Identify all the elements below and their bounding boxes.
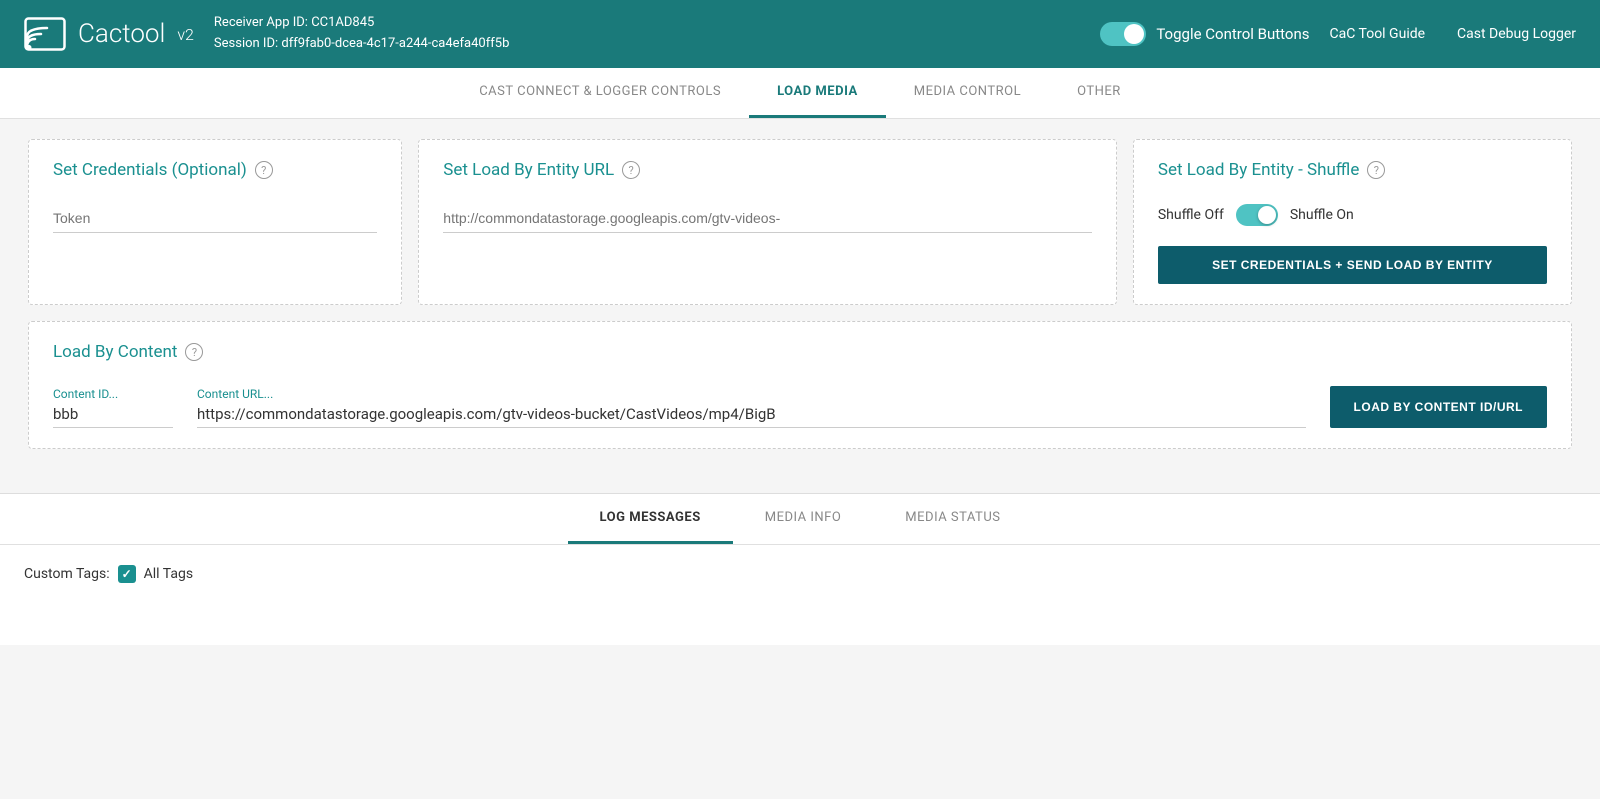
shuffle-toggle-row: Shuffle Off Shuffle On [1158,204,1547,226]
set-credentials-send-load-by-entity-button[interactable]: SET CREDENTIALS + SEND LOAD BY ENTITY [1158,246,1547,284]
tab-other[interactable]: OTHER [1049,68,1149,118]
all-tags-label: All Tags [144,566,193,582]
tab-media-info[interactable]: MEDIA INFO [733,494,874,544]
brand-name: Cactool [78,19,165,49]
toggle-control-buttons-switch[interactable] [1100,22,1146,46]
main-content: Set Credentials (Optional) ? Set Load By… [0,119,1600,485]
load-by-content-help-icon[interactable]: ? [185,343,203,361]
entity-url-input[interactable] [443,204,1092,233]
shuffle-card-title: Set Load By Entity - Shuffle ? [1158,160,1547,180]
brand: Cactool v2 [24,17,194,51]
entity-url-card: Set Load By Entity URL ? [418,139,1117,305]
shuffle-on-label: Shuffle On [1290,207,1354,223]
content-url-group: Content URL... https://commondatastorage… [197,387,1306,428]
load-by-content-id-url-button[interactable]: LOAD BY CONTENT ID/URL [1330,386,1547,428]
cast-logo-icon [24,17,66,51]
tab-media-control[interactable]: MEDIA CONTROL [886,68,1049,118]
bottom-tabs: LOG MESSAGES MEDIA INFO MEDIA STATUS [0,494,1600,545]
header: Cactool v2 Receiver App ID: CC1AD845 Ses… [0,0,1600,68]
token-input[interactable] [53,204,377,233]
custom-tags-row: Custom Tags: All Tags [24,565,1576,583]
content-url-label: Content URL... [197,387,1306,401]
load-by-content-title: Load By Content ? [53,342,1547,362]
shuffle-card: Set Load By Entity - Shuffle ? Shuffle O… [1133,139,1572,305]
log-messages-area: Custom Tags: All Tags [0,545,1600,645]
entity-url-card-title: Set Load By Entity URL ? [443,160,1092,180]
credentials-card-title: Set Credentials (Optional) ? [53,160,377,180]
custom-tags-label: Custom Tags: [24,566,110,582]
receiver-app-id: CC1AD845 [311,15,374,30]
credentials-help-icon[interactable]: ? [255,161,273,179]
shuffle-toggle-switch[interactable] [1236,204,1278,226]
session-id-label: Session ID: [214,36,278,51]
content-id-group: Content ID... bbb [53,387,173,428]
load-by-content-card: Load By Content ? Content ID... bbb Cont… [28,321,1572,449]
main-tabs: CAST CONNECT & LOGGER CONTROLS LOAD MEDI… [0,68,1600,119]
tab-cast-connect[interactable]: CAST CONNECT & LOGGER CONTROLS [451,68,749,118]
toggle-control-group: Toggle Control Buttons [1100,22,1309,46]
content-id-label: Content ID... [53,387,173,401]
tab-media-status[interactable]: MEDIA STATUS [873,494,1032,544]
session-id: dff9fab0-dcea-4c17-a244-ca4efa40ff5b [281,36,509,51]
session-info: Receiver App ID: CC1AD845 Session ID: df… [214,13,1080,55]
entity-url-help-icon[interactable]: ? [622,161,640,179]
toggle-control-label: Toggle Control Buttons [1156,25,1309,43]
brand-version: v2 [177,25,194,44]
shuffle-help-icon[interactable]: ? [1367,161,1385,179]
content-url-value[interactable]: https://commondatastorage.googleapis.com… [197,405,1306,428]
cast-debug-logger-link[interactable]: Cast Debug Logger [1457,26,1576,42]
tab-log-messages[interactable]: LOG MESSAGES [568,494,733,544]
receiver-app-id-label: Receiver App ID: [214,15,308,30]
cac-tool-guide-link[interactable]: CaC Tool Guide [1330,26,1426,42]
content-id-value[interactable]: bbb [53,405,173,428]
header-nav: CaC Tool Guide Cast Debug Logger [1330,26,1577,42]
credentials-card: Set Credentials (Optional) ? [28,139,402,305]
top-cards-row: Set Credentials (Optional) ? Set Load By… [28,139,1572,305]
content-inputs-row: Content ID... bbb Content URL... https:/… [53,386,1547,428]
tab-load-media[interactable]: LOAD MEDIA [749,68,886,118]
shuffle-off-label: Shuffle Off [1158,207,1224,223]
all-tags-checkbox[interactable] [118,565,136,583]
